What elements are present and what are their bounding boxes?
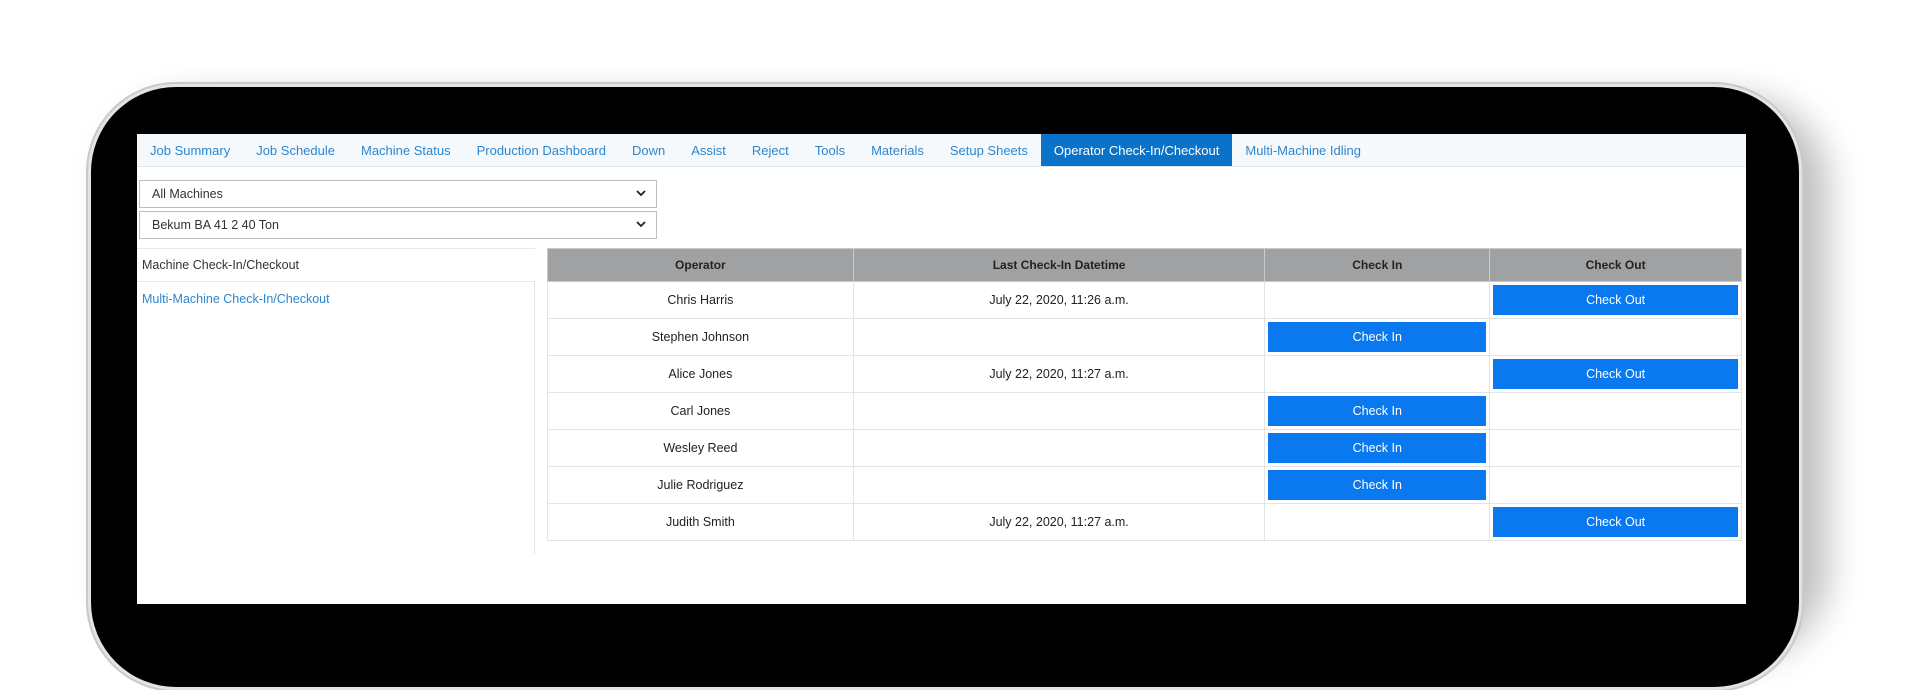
table-row: Judith Smith July 22, 2020, 11:27 a.m. C… [547,503,1742,541]
left-panel-body: Multi-Machine Check-In/Checkout [137,281,535,554]
tab-operator-check-in-checkout[interactable]: Operator Check-In/Checkout [1040,134,1233,166]
machine-value: Bekum BA 41 2 40 Ton [152,218,279,232]
check-out-cell: Check Out [1489,355,1742,393]
check-in-button[interactable]: Check In [1268,470,1487,500]
tab-bar: Job Summary Job Schedule Machine Status … [137,134,1746,167]
operator-table: Operator Last Check-In Datetime Check In… [547,248,1742,541]
column-header-check-out: Check Out [1489,248,1742,282]
operator-name: Stephen Johnson [547,318,854,356]
check-in-cell: Check In [1264,429,1491,467]
table-header-row: Operator Last Check-In Datetime Check In… [547,248,1742,282]
check-in-button[interactable]: Check In [1268,396,1487,426]
chevron-down-icon [636,221,646,228]
last-checkin-datetime: July 22, 2020, 11:27 a.m. [852,355,1266,393]
table-row: Carl Jones Check In [547,392,1742,430]
tab-reject[interactable]: Reject [739,134,802,166]
last-checkin-datetime: July 22, 2020, 11:27 a.m. [852,503,1266,541]
tab-setup-sheets[interactable]: Setup Sheets [937,134,1041,166]
check-in-cell: Check In [1264,466,1491,504]
check-out-cell [1489,466,1742,504]
operator-name: Alice Jones [547,355,854,393]
tab-job-summary[interactable]: Job Summary [137,134,243,166]
machine-group-select[interactable]: All Machines [139,180,657,208]
check-in-cell [1264,355,1491,393]
check-in-button[interactable]: Check In [1268,433,1487,463]
machine-group-value: All Machines [152,187,223,201]
check-out-button[interactable]: Check Out [1493,507,1738,537]
tab-multi-machine-idling[interactable]: Multi-Machine Idling [1232,134,1374,166]
operator-name: Judith Smith [547,503,854,541]
last-checkin-datetime: July 22, 2020, 11:26 a.m. [852,281,1266,319]
table-row: Wesley Reed Check In [547,429,1742,467]
tab-down[interactable]: Down [619,134,678,166]
check-in-cell [1264,503,1491,541]
last-checkin-datetime [852,392,1266,430]
operator-name: Julie Rodriguez [547,466,854,504]
check-out-cell [1489,429,1742,467]
column-header-check-in: Check In [1264,248,1491,282]
app-screen: Job Summary Job Schedule Machine Status … [137,134,1746,604]
machine-select[interactable]: Bekum BA 41 2 40 Ton [139,211,657,239]
last-checkin-datetime [852,318,1266,356]
table-row: Chris Harris July 22, 2020, 11:26 a.m. C… [547,281,1742,319]
tab-production-dashboard[interactable]: Production Dashboard [464,134,619,166]
operator-name: Carl Jones [547,392,854,430]
left-panel: Machine Check-In/Checkout Multi-Machine … [137,248,535,554]
operator-name: Chris Harris [547,281,854,319]
last-checkin-datetime [852,466,1266,504]
tab-materials[interactable]: Materials [858,134,937,166]
tab-tools[interactable]: Tools [802,134,858,166]
operator-name: Wesley Reed [547,429,854,467]
multi-machine-check-in-link[interactable]: Multi-Machine Check-In/Checkout [137,281,534,306]
check-in-button[interactable]: Check In [1268,322,1487,352]
machine-check-in-checkout-heading: Machine Check-In/Checkout [137,248,535,282]
check-out-button[interactable]: Check Out [1493,285,1738,315]
column-header-last-checkin: Last Check-In Datetime [852,248,1266,282]
chevron-down-icon [636,190,646,197]
table-row: Stephen Johnson Check In [547,318,1742,356]
check-out-cell [1489,318,1742,356]
check-out-button[interactable]: Check Out [1493,359,1738,389]
check-in-cell [1264,281,1491,319]
tab-machine-status[interactable]: Machine Status [348,134,464,166]
last-checkin-datetime [852,429,1266,467]
column-header-operator: Operator [547,248,854,282]
check-out-cell: Check Out [1489,281,1742,319]
table-row: Julie Rodriguez Check In [547,466,1742,504]
table-row: Alice Jones July 22, 2020, 11:27 a.m. Ch… [547,355,1742,393]
check-out-cell [1489,392,1742,430]
check-in-cell: Check In [1264,318,1491,356]
check-in-cell: Check In [1264,392,1491,430]
tab-job-schedule[interactable]: Job Schedule [243,134,348,166]
check-out-cell: Check Out [1489,503,1742,541]
tab-assist[interactable]: Assist [678,134,739,166]
